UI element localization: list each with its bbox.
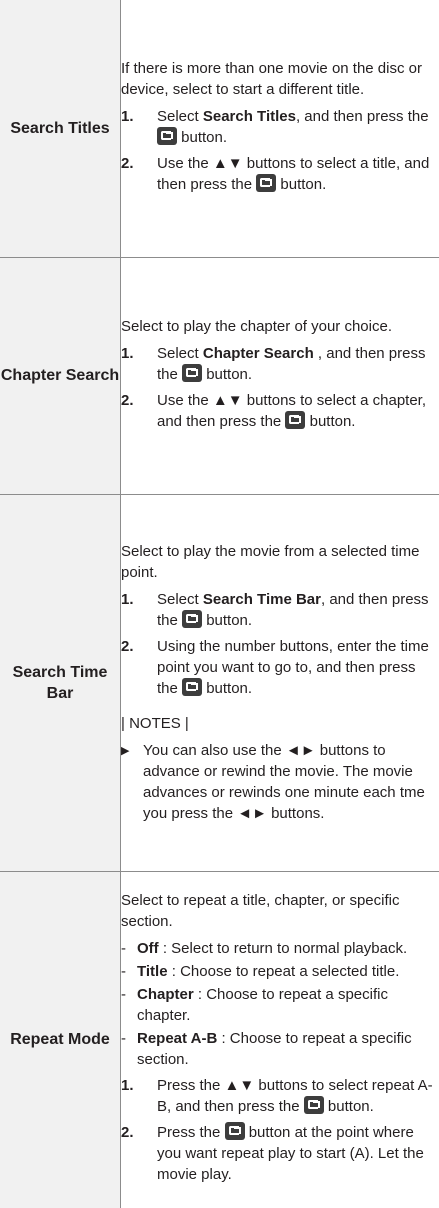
intro-text: Select to repeat a title, chapter, or sp…	[121, 892, 400, 931]
intro-text: If there is more than one movie on the d…	[121, 59, 422, 98]
row-description: If there is more than one movie on the d…	[120, 0, 439, 258]
row-description: Select to play the movie from a selected…	[120, 493, 439, 872]
step-2: 2. Use the ▲▼ buttons to select a title,…	[121, 154, 430, 193]
table-row: Repeat Mode Select to repeat a title, ch…	[0, 870, 439, 1208]
row-label: Search Time Bar	[0, 493, 121, 872]
enter-button-icon	[182, 363, 203, 382]
step-1: 1. Select Chapter Search , and then pres…	[121, 344, 426, 383]
step-2: 2. Use the ▲▼ buttons to select a chapte…	[121, 391, 427, 430]
table-row: Search Time Bar Select to play the movie…	[0, 493, 439, 872]
intro-text: Select to play the chapter of your choic…	[121, 317, 392, 335]
option-item: - Chapter : Choose to repeat a specific c…	[121, 986, 388, 1025]
step-2: 2. Using the number buttons, enter the t…	[121, 638, 429, 697]
step-1: 1. Press the ▲▼ buttons to select repeat…	[121, 1077, 433, 1116]
table-row: Chapter Search Select to play the chapte…	[0, 256, 439, 495]
row-label: Repeat Mode	[0, 870, 121, 1208]
note-item: ▶ You can also use the ◄► buttons to adv…	[121, 742, 425, 822]
notes-heading: | NOTES |	[121, 715, 189, 732]
table-row: Search Titles If there is more than one …	[0, 0, 439, 258]
option-item: - Repeat A-B : Choose to repeat a specifi…	[121, 1030, 412, 1069]
option-item: - Off : Select to return to normal playba…	[121, 940, 408, 958]
step-2: 2. Press the button at the point where y…	[121, 1122, 424, 1184]
step-1: 1. Select Search Titles, and then press …	[121, 107, 429, 146]
enter-button-icon	[303, 1096, 324, 1115]
play-triangle-icon: ▶	[121, 745, 130, 757]
function-table: Search Titles If there is more than one …	[0, 0, 439, 1208]
row-description: Select to repeat a title, chapter, or sp…	[120, 870, 439, 1208]
enter-button-icon	[224, 1122, 245, 1141]
enter-button-icon	[182, 610, 203, 628]
row-description: Select to play the chapter of your choic…	[120, 256, 439, 495]
enter-button-icon	[256, 173, 277, 192]
option-item: - Title : Choose to repeat a selected tit…	[121, 963, 400, 981]
enter-button-icon	[182, 678, 203, 696]
step-1: 1. Select Search Time Bar, and then pres…	[121, 591, 429, 629]
enter-button-icon	[285, 410, 306, 429]
enter-button-icon	[157, 126, 177, 145]
row-label: Search Titles	[0, 0, 121, 258]
intro-text: Select to play the movie from a selected…	[121, 543, 420, 581]
row-label: Chapter Search	[0, 256, 121, 495]
